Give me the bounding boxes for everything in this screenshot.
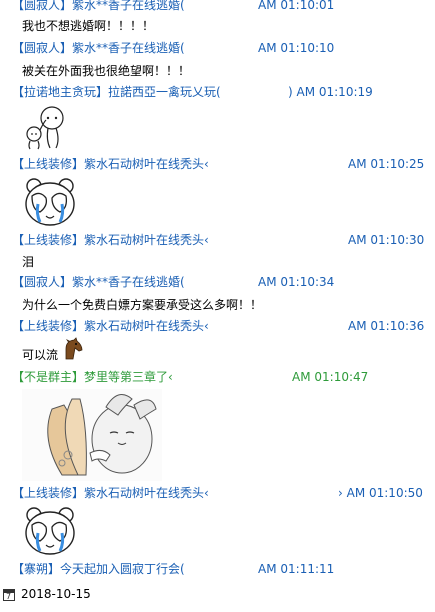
crying-bear-sticker[interactable] [22,505,78,557]
sender-name[interactable]: 【圆寂人】紫水**香子在线逃婚( [12,41,185,55]
timestamp: AM 01:10:34 [258,275,335,289]
sender-name[interactable]: 【圆寂人】紫水**香子在线逃婚( [12,275,185,289]
message-text: 被关在外面我也很绝望啊！！！ [22,64,191,78]
calendar-icon: 7 [3,588,15,601]
message-header: 【圆寂人】紫水**香子在线逃婚( AM 01:10:34 [12,274,431,290]
timestamp: › AM 01:10:50 [338,486,423,500]
message-text: 为什么一个免费白嫖方案要承受这么多啊！！ [22,298,263,312]
message-header: 【寨朔】今天起加入圆寂丁行会( AM 01:11:11 [12,561,431,577]
timestamp: AM 01:10:36 [348,319,425,333]
sender-name[interactable]: 【寨朔】今天起加入圆寂丁行会( [12,562,185,576]
sender-name[interactable]: 【上线装修】紫水石动树叶在线秃头‹ [12,233,209,247]
timestamp: ) AM 01:10:19 [288,85,373,99]
date-separator: 7 2018-10-15 [3,585,91,603]
message-header: 【圆寂人】紫水**香子在线逃婚( AM 01:10:01 [12,0,431,13]
message-header: 【拉诺地主贪玩】拉諾西亞一禽玩乂玩( ) AM 01:10:19 [12,84,431,100]
date-label: 2018-10-15 [21,587,91,601]
sender-name[interactable]: 【上线装修】紫水石动树叶在线秃头‹ [12,319,209,333]
pat-head-sticker[interactable] [22,104,72,150]
timestamp: AM 01:11:11 [258,562,335,576]
message-text: 我也不想逃婚啊！！！！ [22,19,155,33]
sender-name[interactable]: 【上线装修】紫水石动树叶在线秃头‹ [12,157,209,171]
message-header: 【上线装修】紫水石动树叶在线秃头‹ AM 01:10:30 [12,232,431,248]
timestamp: AM 01:10:10 [258,41,335,55]
timestamp: AM 01:10:01 [258,0,335,12]
message-header: 【圆寂人】紫水**香子在线逃婚( AM 01:10:10 [12,40,431,56]
timestamp: AM 01:10:30 [348,233,425,247]
message-header: 【上线装修】紫水石动树叶在线秃头‹ › AM 01:10:50 [12,485,431,501]
message-header: 【上线装修】紫水石动树叶在线秃头‹ AM 01:10:25 [12,156,431,172]
sender-name[interactable]: 【不是群主】梦里等第三章了‹ [12,370,173,384]
message-text: 泪 [22,255,35,269]
timestamp: AM 01:10:25 [348,157,425,171]
horse-emoji-icon [60,337,84,361]
sender-name[interactable]: 【圆寂人】紫水**香子在线逃婚( [12,0,185,12]
message-text: 可以流 [22,348,59,362]
sender-name[interactable]: 【上线装修】紫水石动树叶在线秃头‹ [12,486,209,500]
crying-bear-sticker[interactable] [22,176,78,228]
timestamp: AM 01:10:47 [292,370,369,384]
bunny-sticker[interactable] [22,389,162,481]
message-header: 【上线装修】紫水石动树叶在线秃头‹ AM 01:10:36 [12,318,431,334]
message-header: 【不是群主】梦里等第三章了‹ AM 01:10:47 [12,369,431,385]
sender-name[interactable]: 【拉诺地主贪玩】拉諾西亞一禽玩乂玩( [12,85,221,99]
calendar-day: 7 [6,591,12,601]
